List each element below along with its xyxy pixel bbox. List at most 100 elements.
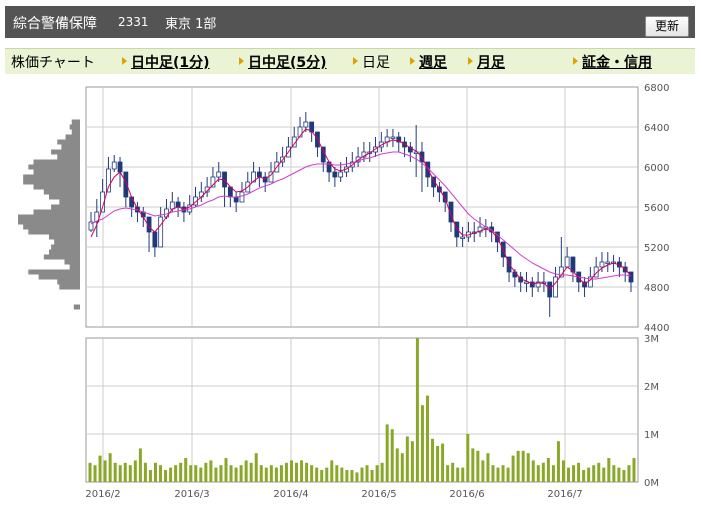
volume-bar <box>164 470 168 482</box>
volume-profile-bar <box>49 194 80 200</box>
volume-bar <box>556 441 560 482</box>
volume-bar <box>88 462 92 482</box>
candle-body <box>338 171 344 178</box>
price-tick-label: 4400 <box>644 323 669 334</box>
volume-bar <box>143 462 147 482</box>
volume-bar <box>572 465 576 482</box>
date-tick-label: 2016/6 <box>449 489 484 500</box>
volume-profile-bar <box>38 274 80 280</box>
volume-bar <box>607 458 611 482</box>
volume-profile-bar <box>28 164 80 170</box>
volume-profile-bar <box>18 214 80 220</box>
volume-profile-bar <box>51 149 80 155</box>
volume-plot-frame <box>85 337 639 483</box>
volume-bar <box>627 465 631 482</box>
volume-bar <box>441 443 445 482</box>
volume-bar <box>133 460 137 482</box>
volume-bar <box>345 470 349 482</box>
volume-bar <box>390 429 394 482</box>
volume-profile-bar <box>57 279 80 285</box>
candle-body <box>460 236 466 239</box>
volume-bar <box>340 467 344 482</box>
volume-bar <box>153 462 157 482</box>
volume-profile-bar <box>28 229 80 235</box>
volume-profile-bar <box>65 134 80 140</box>
volume-bar <box>98 455 102 482</box>
volume-bar <box>264 467 268 482</box>
candle-body <box>303 121 309 128</box>
volume-bar <box>289 460 293 482</box>
volume-bar <box>93 465 97 482</box>
price-tick-label: 6800 <box>644 83 669 94</box>
volume-profile-bar <box>51 204 80 210</box>
price-tick-label: 6000 <box>644 163 669 174</box>
volume-bar <box>405 436 409 482</box>
volume-bar <box>597 462 601 482</box>
volume-bar <box>103 460 107 482</box>
price-tick-label: 6400 <box>644 123 669 134</box>
volume-bar <box>234 467 238 482</box>
volume-bar <box>159 465 163 482</box>
volume-bar <box>415 338 419 482</box>
volume-bar <box>567 467 571 482</box>
volume-bar <box>385 424 389 482</box>
date-tick-label: 2016/2 <box>85 489 120 500</box>
volume-bar <box>310 465 314 482</box>
volume-bar <box>501 465 505 482</box>
volume-profile-bar <box>33 209 80 215</box>
moving-average-short-line <box>90 128 632 290</box>
volume-bar <box>128 465 132 482</box>
volume-bar <box>431 438 435 482</box>
volume-bar <box>410 441 414 482</box>
volume-bar <box>486 453 490 482</box>
volume-bar <box>471 448 475 482</box>
volume-bar <box>521 450 525 482</box>
volume-profile-bar <box>69 264 80 270</box>
volume-bar <box>295 462 299 482</box>
candle-body <box>233 196 239 203</box>
candle-body <box>152 231 158 248</box>
volume-profile-bar <box>49 234 80 240</box>
volume-bar <box>305 462 309 482</box>
volume-bar <box>446 465 450 482</box>
volume-bar <box>481 460 485 482</box>
candle-body <box>158 216 164 248</box>
volume-bar <box>189 465 193 482</box>
volume-bar <box>174 465 178 482</box>
volume-bar <box>375 465 379 482</box>
volume-bar <box>239 465 243 482</box>
candle-body <box>332 171 338 178</box>
volume-bar <box>436 446 440 482</box>
date-tick-label: 2016/5 <box>361 489 396 500</box>
candle-body <box>117 161 123 173</box>
volume-bar <box>476 450 480 482</box>
volume-bar <box>612 465 616 482</box>
candle-body <box>512 271 518 278</box>
volume-profile-bar <box>33 169 80 175</box>
candle-body <box>256 171 262 178</box>
volume-bar <box>516 450 520 482</box>
volume-profile-bar <box>18 219 80 225</box>
volume-bar <box>526 453 530 482</box>
volume-bar <box>577 462 581 482</box>
price-tick-label: 4800 <box>644 283 669 294</box>
volume-profile-bar <box>28 269 80 275</box>
volume-bar <box>284 462 288 482</box>
volume-bar <box>617 467 621 482</box>
volume-bar <box>123 462 127 482</box>
volume-bar <box>229 465 233 482</box>
candle-body <box>564 256 570 268</box>
volume-bar <box>395 448 399 482</box>
volume-bar <box>425 395 429 482</box>
volume-bar <box>219 465 223 482</box>
volume-bar <box>108 453 112 482</box>
stock-chart: 6800 6400 6000 5600 5200 4800 44003M 2M 1M 0M 2016… <box>18 83 669 500</box>
volume-bar <box>259 465 263 482</box>
volume-profile-bar <box>69 124 80 130</box>
volume-bar <box>587 467 591 482</box>
volume-bar <box>400 453 404 482</box>
volume-bar <box>380 462 384 482</box>
volume-bar <box>370 470 374 482</box>
volume-bar <box>254 453 258 482</box>
volume-bar <box>148 470 152 482</box>
